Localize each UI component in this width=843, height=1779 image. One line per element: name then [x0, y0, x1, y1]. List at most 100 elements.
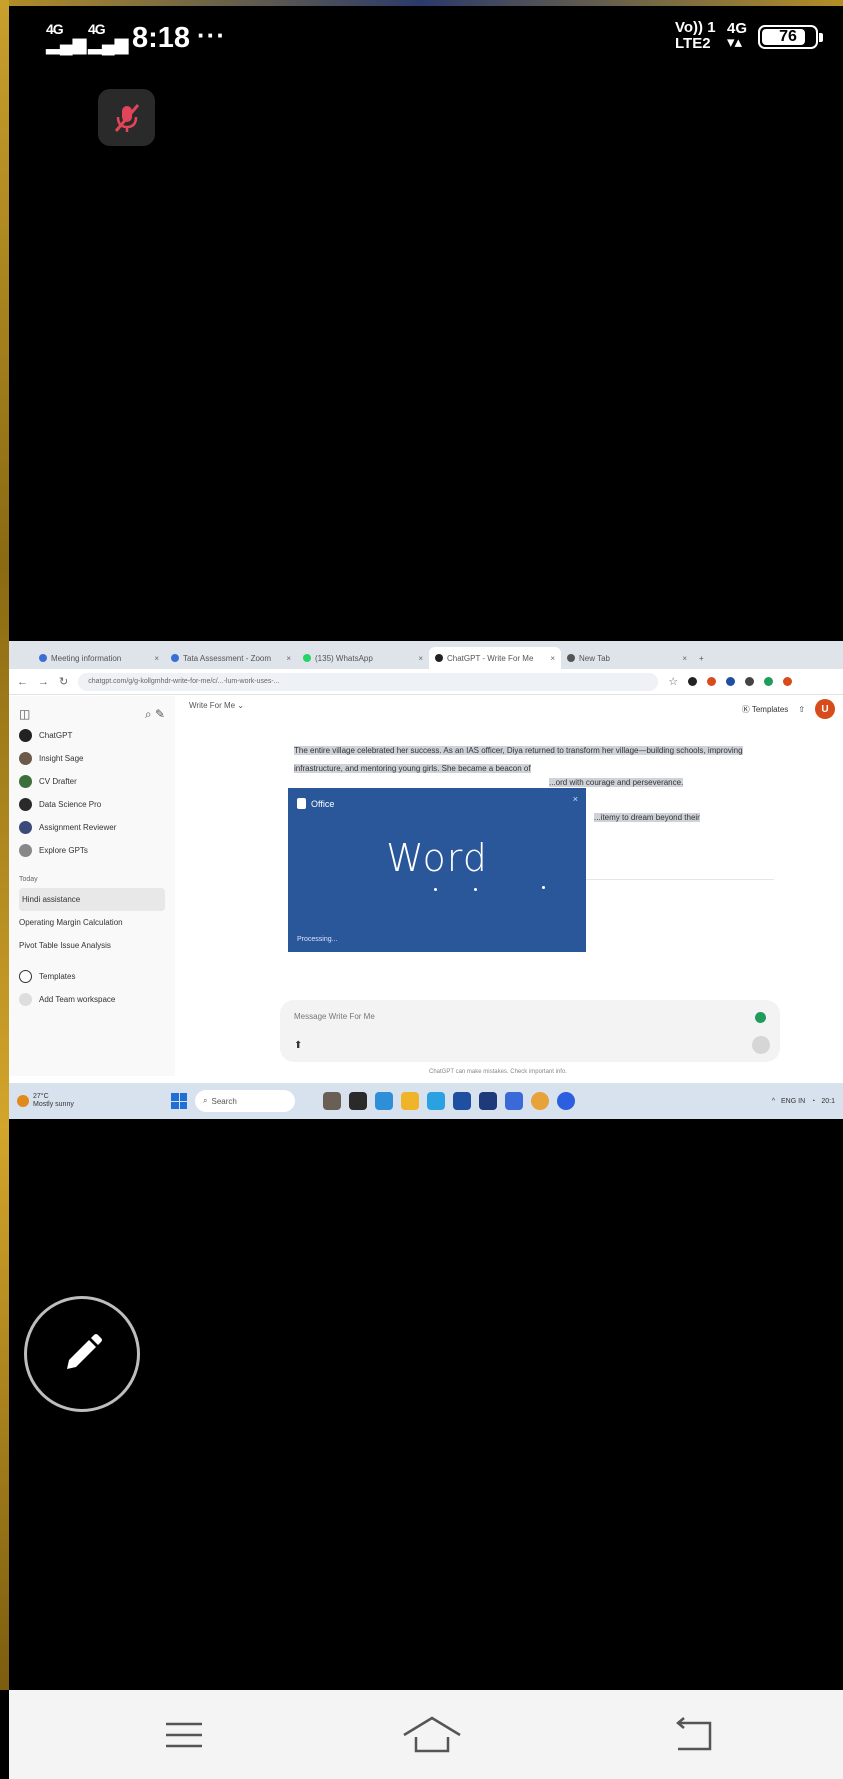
sidebar-chat-item[interactable]: Operating Margin Calculation [19, 911, 165, 934]
volte-indicator: Vo)) 1 LTE2 [675, 19, 716, 52]
search-icon: ⌕ [203, 1096, 208, 1105]
home-button[interactable] [402, 1710, 462, 1760]
sidebar-toggle-icon[interactable]: ◫ [19, 707, 30, 721]
share-icon[interactable]: ⇧ [798, 705, 805, 714]
tray-chevron-icon[interactable]: ^ [772, 1098, 775, 1105]
tray-lang[interactable]: ENG IN [781, 1098, 805, 1105]
tray-clock[interactable]: 20:1 [821, 1098, 835, 1105]
network-4g-indicator: 4G ▾▴ [727, 20, 748, 51]
taskbar-app-icon[interactable] [349, 1092, 367, 1110]
pencil-icon [67, 1334, 102, 1369]
android-nav-bar [9, 1690, 843, 1779]
sim2-signal-icon: 4G ▂▄▆ [88, 21, 129, 54]
sim1-signal-icon: 4G ▂▄▆ [46, 21, 87, 54]
clock: 8:18 [132, 22, 191, 54]
disclaimer: ChatGPT can make mistakes. Check importa… [429, 1069, 567, 1075]
sidebar-chat-item[interactable]: Hindi assistance [19, 888, 165, 911]
browser-tab[interactable]: New Tab × [561, 647, 693, 669]
taskbar-app-icon[interactable] [323, 1092, 341, 1110]
file-explorer-icon[interactable] [401, 1092, 419, 1110]
battery-icon: 76 [758, 25, 823, 49]
mic-off-icon [114, 103, 139, 132]
status-bar: 4G ▂▄▆ 4G ▂▄▆ 8:18 ··· Vo)) 1 LTE2 4G ▾▴ 76 [0, 0, 843, 80]
extension-icon[interactable] [707, 677, 717, 686]
office-logo-icon [297, 798, 306, 809]
browser-tab-bar: Meeting information × Tata Assessment - Z… [9, 641, 843, 669]
extension-icon[interactable] [688, 677, 698, 686]
shared-screen: Meeting information × Tata Assessment - Z… [9, 641, 843, 1119]
chat-message-text: ...ord with courage and perseverance. [549, 778, 684, 787]
user-avatar[interactable]: U [815, 699, 835, 719]
send-button[interactable] [752, 1036, 770, 1054]
sidebar-templates[interactable]: Templates [19, 965, 165, 988]
extension-icon[interactable] [764, 677, 774, 686]
loading-dot [474, 888, 477, 891]
sidebar-item-chatgpt[interactable]: ChatGPT [19, 724, 165, 747]
mic-muted-button[interactable] [98, 89, 155, 146]
weather-widget[interactable]: 27°C Mostly sunny [17, 1093, 127, 1109]
edge-icon[interactable] [427, 1092, 445, 1110]
browser-tab[interactable]: Tata Assessment - Zoom × [165, 647, 297, 669]
gpt-title-dropdown[interactable]: Write For Me ⌄ [189, 701, 244, 710]
office-brand: Office [311, 798, 335, 809]
chat-message-text: The entire village celebrated her succes… [294, 746, 743, 773]
system-tray: ^ ENG IN ◔ 20:1 [772, 1098, 835, 1105]
loading-dot [434, 888, 437, 891]
browser-tab[interactable]: (135) WhatsApp × [297, 647, 429, 669]
browser-tab-active[interactable]: ChatGPT - Write For Me × [429, 647, 561, 669]
new-tab-button[interactable]: + [693, 647, 733, 669]
annotate-button[interactable] [24, 1296, 140, 1412]
back-icon [676, 1717, 712, 1751]
more-notifications-icon: ··· [197, 20, 226, 50]
chatgpt-sidebar: ◫ ⌕ ✎ ChatGPT Insight Sage CV Drafter Dat… [9, 696, 175, 1076]
sidebar-item-data-science-pro[interactable]: Data Science Pro [19, 793, 165, 816]
menu-button[interactable] [154, 1710, 214, 1760]
zoom-icon[interactable] [557, 1092, 575, 1110]
sidebar-chat-item[interactable]: Pivot Table Issue Analysis [19, 934, 165, 957]
word-splash-screen: Office × Word Processing... [288, 788, 586, 952]
close-icon[interactable]: × [573, 794, 578, 804]
grammarly-icon[interactable] [755, 1012, 766, 1023]
sun-icon [17, 1095, 29, 1107]
message-composer[interactable]: Message Write For Me ⬆ [280, 1000, 780, 1062]
windows-taskbar: 27°C Mostly sunny ⌕ Search ^ ENG IN ◔ 20:1 [9, 1083, 843, 1119]
profile-icon[interactable] [783, 677, 793, 686]
extension-icon[interactable] [745, 677, 755, 686]
star-icon[interactable]: ☆ [668, 675, 678, 688]
extension-icon[interactable] [726, 677, 736, 686]
back-arrow-icon[interactable]: ← [17, 676, 28, 688]
sidebar-section-today: Today [19, 876, 38, 883]
reload-icon[interactable]: ↻ [59, 675, 68, 688]
home-icon [403, 1716, 461, 1753]
wifi-icon[interactable]: ◔ [811, 1098, 815, 1105]
taskbar-app-icon[interactable] [453, 1092, 471, 1110]
loading-status: Processing... [297, 936, 338, 943]
attach-icon[interactable]: ⬆ [294, 1040, 302, 1051]
word-title: Word [386, 836, 488, 880]
message-input[interactable]: Message Write For Me [294, 1012, 766, 1021]
forward-arrow-icon[interactable]: → [38, 676, 49, 688]
search-icon[interactable]: ⌕ ✎ [145, 707, 165, 722]
sidebar-item-insight-sage[interactable]: Insight Sage [19, 747, 165, 770]
templates-button[interactable]: Ⓚ Templates [742, 704, 789, 715]
chat-message-text: ...itemy to dream beyond their [594, 813, 700, 822]
address-bar: ← → ↻ chatgpt.com/g/g-kollgmhdr-write-fo… [9, 669, 843, 695]
header-actions: Ⓚ Templates ⇧ U [742, 699, 835, 719]
loading-dot [542, 886, 545, 889]
sidebar-add-team[interactable]: Add Team workspace [19, 988, 165, 1011]
menu-icon [166, 1722, 202, 1748]
sidebar-item-assignment-reviewer[interactable]: Assignment Reviewer [19, 816, 165, 839]
battery-level: 76 [779, 28, 797, 45]
windows-start-icon[interactable] [171, 1093, 187, 1109]
dropbox-icon[interactable] [479, 1092, 497, 1110]
taskbar-app-icon[interactable] [505, 1092, 523, 1110]
url-field[interactable]: chatgpt.com/g/g-kollgmhdr-write-for-me/c… [78, 672, 659, 691]
sidebar-item-explore-gpts[interactable]: Explore GPTs [19, 839, 165, 862]
sidebar-item-cv-drafter[interactable]: CV Drafter [19, 770, 165, 793]
browser-tab[interactable]: Meeting information × [33, 647, 165, 669]
chrome-icon[interactable] [531, 1092, 549, 1110]
taskbar-search[interactable]: ⌕ Search [195, 1090, 295, 1112]
wallpaper-edge-left [0, 0, 9, 1690]
back-button[interactable] [664, 1710, 724, 1760]
taskbar-app-icon[interactable] [375, 1092, 393, 1110]
